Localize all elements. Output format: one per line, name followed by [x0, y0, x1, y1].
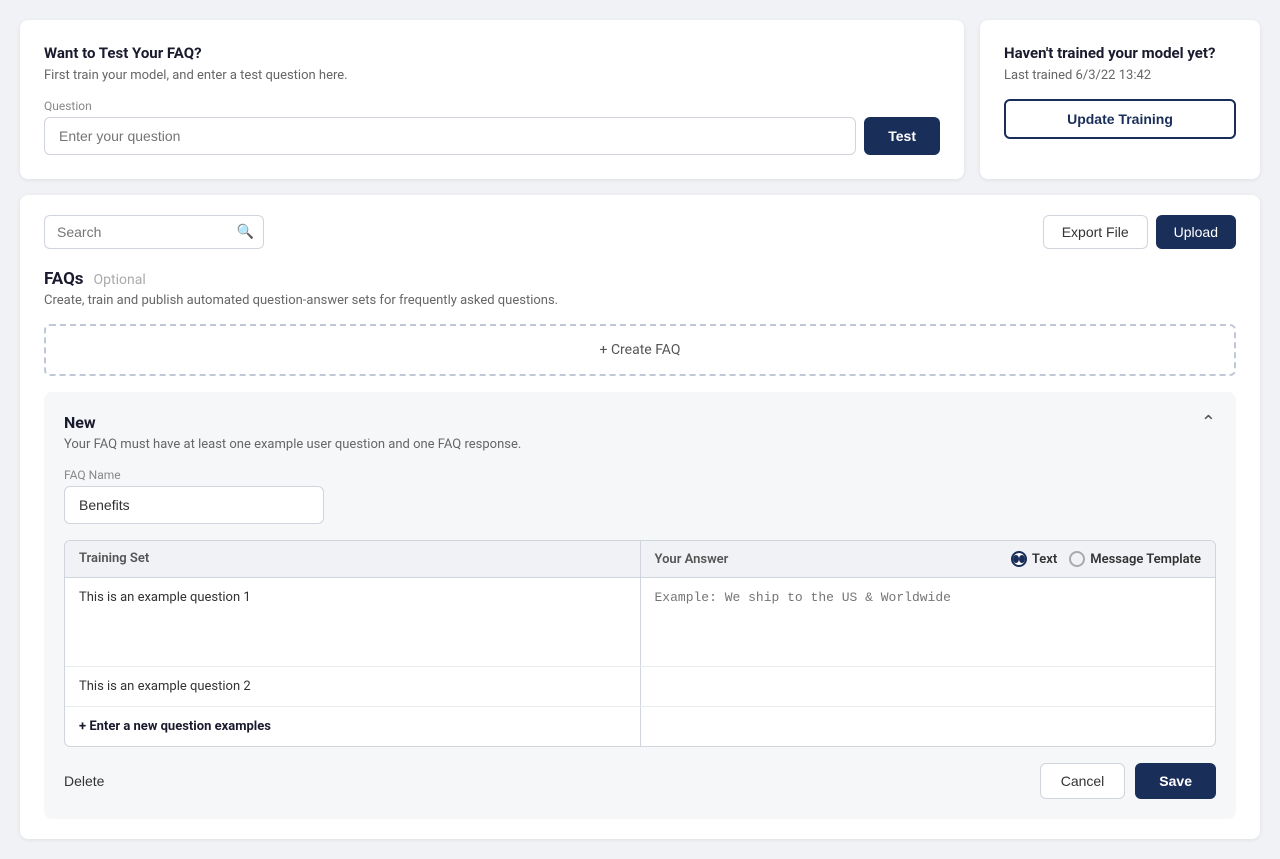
faq-test-card: Want to Test Your FAQ? First train your … — [20, 20, 964, 179]
faq-test-title: Want to Test Your FAQ? — [44, 44, 940, 62]
table-row: + Enter a new question examples — [65, 707, 1215, 746]
answer-type-radio-group: Text Message Template — [1011, 551, 1201, 567]
training-set-header: Training Set — [65, 541, 641, 577]
your-answer-header: Your Answer Text Message Template — [641, 541, 1216, 577]
message-template-radio-circle[interactable] — [1069, 551, 1085, 567]
train-card: Haven't trained your model yet? Last tra… — [980, 20, 1260, 179]
answer-textarea[interactable] — [655, 590, 1202, 650]
update-training-button[interactable]: Update Training — [1004, 99, 1236, 139]
table-row: This is an example question 2 — [65, 667, 1215, 707]
upload-button[interactable]: Upload — [1156, 215, 1236, 249]
search-wrap: 🔍 — [44, 215, 264, 249]
faqs-optional: Optional — [94, 272, 146, 288]
collapse-icon[interactable]: ⌃ — [1201, 412, 1216, 433]
test-button[interactable]: Test — [864, 117, 940, 155]
search-icon: 🔍 — [237, 224, 254, 240]
answer-cell-1 — [641, 578, 1216, 666]
delete-button[interactable]: Delete — [64, 773, 104, 789]
faq-test-subtitle: First train your model, and enter a test… — [44, 68, 940, 83]
new-faq-panel: New ⌃ Your FAQ must have at least one ex… — [44, 392, 1236, 819]
text-radio-label: Text — [1032, 552, 1057, 567]
main-section: 🔍 Export File Upload FAQs Optional Creat… — [20, 195, 1260, 839]
new-faq-header: New ⌃ — [64, 412, 1216, 433]
faqs-title: FAQs — [44, 269, 84, 289]
message-template-radio-option[interactable]: Message Template — [1069, 551, 1201, 567]
add-question-row[interactable]: + Enter a new question examples — [65, 707, 641, 746]
training-table: Training Set Your Answer Text Message Te… — [64, 540, 1216, 747]
footer-right-buttons: Cancel Save — [1040, 763, 1216, 799]
text-radio-option[interactable]: Text — [1011, 551, 1057, 567]
question-cell-1: This is an example question 1 — [65, 578, 641, 666]
table-row: This is an example question 1 — [65, 578, 1215, 667]
footer-actions: Delete Cancel Save — [64, 763, 1216, 799]
question-cell-2: This is an example question 2 — [65, 667, 641, 706]
new-faq-description: Your FAQ must have at least one example … — [64, 437, 1216, 452]
your-answer-label: Your Answer — [655, 552, 729, 567]
text-radio-circle[interactable] — [1011, 551, 1027, 567]
export-file-button[interactable]: Export File — [1043, 215, 1148, 249]
save-button[interactable]: Save — [1135, 763, 1216, 799]
faq-name-input[interactable] — [64, 486, 324, 524]
faqs-header: FAQs Optional — [44, 269, 1236, 289]
message-template-radio-label: Message Template — [1090, 552, 1201, 567]
last-trained: Last trained 6/3/22 13:42 — [1004, 68, 1236, 83]
create-faq-button[interactable]: + Create FAQ — [44, 324, 1236, 376]
faqs-description: Create, train and publish automated ques… — [44, 293, 1236, 308]
toolbar: 🔍 Export File Upload — [44, 215, 1236, 249]
question-input[interactable] — [44, 117, 856, 155]
train-title: Haven't trained your model yet? — [1004, 44, 1236, 62]
search-input[interactable] — [44, 215, 264, 249]
faq-name-label: FAQ Name — [64, 468, 1216, 482]
table-header: Training Set Your Answer Text Message Te… — [65, 541, 1215, 578]
answer-cell-2 — [641, 667, 1216, 706]
new-faq-title: New — [64, 413, 96, 432]
question-label: Question — [44, 99, 940, 113]
cancel-button[interactable]: Cancel — [1040, 763, 1126, 799]
answer-cell-add — [641, 707, 1216, 746]
toolbar-buttons: Export File Upload — [1043, 215, 1236, 249]
